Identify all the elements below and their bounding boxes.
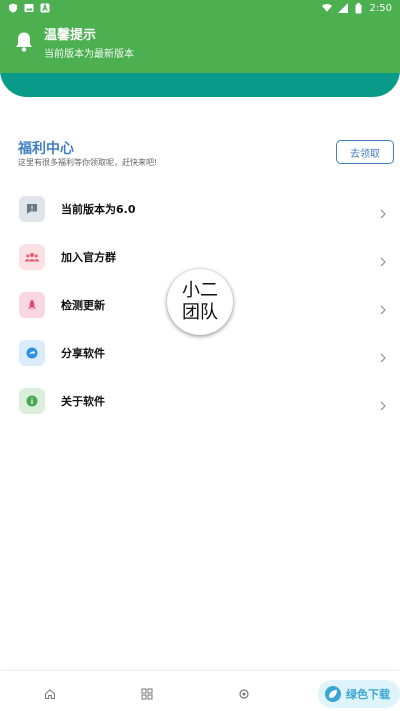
menu-label: 当前版本为6.0: [61, 203, 136, 216]
welfare-title: 福利中心: [18, 141, 74, 157]
watermark-leaf-icon: [325, 686, 341, 702]
battery-icon: [354, 2, 364, 13]
message-alert-icon: [19, 196, 45, 222]
team-badge[interactable]: 小二 团队: [167, 269, 233, 335]
signal-icon: [337, 3, 348, 13]
rocket-icon: [19, 292, 45, 318]
wifi-icon: [321, 3, 332, 13]
settings-icon[interactable]: [238, 685, 252, 699]
notice-title: 温馨提示: [44, 28, 97, 43]
grid-icon[interactable]: [141, 685, 155, 700]
status-left: [8, 3, 50, 13]
home-icon[interactable]: [44, 685, 58, 699]
info-icon: [19, 388, 45, 414]
welfare-subtitle: 这里有很多福利等你领取呢，赶快来吧!: [18, 158, 158, 167]
menu-item-share[interactable]: 分享软件: [0, 329, 400, 377]
watermark-logo: 绿色下载: [318, 680, 400, 708]
watermark-text: 绿色下载: [346, 688, 390, 701]
menu-label: 加入官方群: [61, 251, 116, 264]
header-banner: [0, 70, 400, 97]
notice-subtitle: 当前版本为最新版本: [44, 49, 134, 60]
group-icon: [19, 244, 45, 270]
chevron-right-icon: [378, 204, 388, 219]
chevron-right-icon: [378, 252, 388, 267]
notice-bar: 温馨提示 当前版本为最新版本: [0, 16, 400, 72]
team-badge-line2: 团队: [182, 302, 218, 323]
menu-label: 关于软件: [61, 395, 105, 408]
team-badge-line1: 小二: [182, 280, 218, 301]
chevron-right-icon: [378, 348, 388, 363]
bell-icon: [14, 31, 34, 53]
menu-label: 检测更新: [61, 299, 105, 312]
shield-icon: [8, 3, 18, 13]
image-icon: [24, 3, 34, 13]
menu-label: 分享软件: [61, 347, 105, 360]
claim-button[interactable]: 去领取: [336, 140, 394, 164]
menu-item-version[interactable]: 当前版本为6.0: [0, 185, 400, 233]
chevron-right-icon: [378, 300, 388, 315]
status-right: 2:50: [321, 2, 392, 14]
share-icon: [19, 340, 45, 366]
status-time: 2:50: [369, 2, 392, 14]
menu-item-about[interactable]: 关于软件: [0, 377, 400, 425]
chevron-right-icon: [378, 396, 388, 411]
app-a-icon: [40, 3, 50, 13]
header-banner-top: [0, 70, 400, 73]
status-bar: 2:50: [0, 0, 400, 16]
